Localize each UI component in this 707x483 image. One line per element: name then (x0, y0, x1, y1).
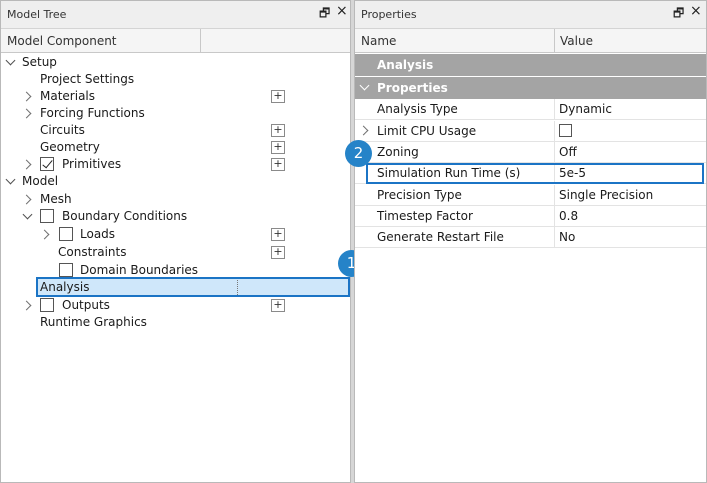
model-tree-panel: Model Tree 🗗 × Model Component Setup Pro… (0, 0, 351, 483)
outputs-checkbox[interactable] (40, 298, 54, 312)
chevron-right-icon[interactable] (358, 125, 369, 136)
tree-item-analysis-selected[interactable]: Analysis (36, 277, 350, 297)
chevron-right-icon[interactable] (21, 300, 32, 311)
precision-type-value[interactable]: Single Precision (559, 188, 653, 202)
property-row-zoning[interactable]: Zoning Off (355, 142, 706, 163)
chevron-right-icon[interactable] (21, 91, 32, 102)
tree-item-runtime-graphics[interactable]: Runtime Graphics (1, 314, 350, 331)
add-geometry-button[interactable]: + (271, 141, 285, 154)
property-row-generate-restart-file[interactable]: Generate Restart File No (355, 227, 706, 248)
zoning-value[interactable]: Off (559, 145, 577, 159)
simulation-run-time-highlight (366, 163, 704, 184)
model-component-column[interactable]: Model Component (7, 34, 117, 48)
callout-badge-2: 2 (345, 140, 372, 167)
chevron-right-icon[interactable] (39, 229, 50, 240)
tree-item-primitives[interactable]: Primitives + (1, 156, 350, 173)
property-row-analysis-type[interactable]: Analysis Type Dynamic (355, 99, 706, 120)
add-primitives-button[interactable]: + (271, 158, 285, 171)
tree-item-analysis-label: Analysis (40, 280, 90, 294)
tree-item-loads[interactable]: Loads + (1, 226, 350, 243)
close-icon[interactable]: × (690, 4, 702, 18)
close-icon[interactable]: × (336, 4, 348, 18)
timestep-factor-value[interactable]: 0.8 (559, 209, 578, 223)
tree-item-constraints[interactable]: Constraints + (1, 244, 350, 261)
model-tree-title: Model Tree (7, 8, 67, 21)
properties-header: Name Value (355, 29, 706, 53)
chevron-down-icon[interactable] (22, 209, 33, 220)
chevron-down-icon[interactable] (5, 55, 16, 66)
properties-panel: Properties 🗗 × Name Value Analysis Prope… (354, 0, 707, 483)
model-tree-titlebar: Model Tree 🗗 × (1, 1, 350, 29)
value-column[interactable]: Value (560, 34, 593, 48)
model-tree-header: Model Component (1, 29, 350, 53)
group-properties[interactable]: Properties (355, 77, 706, 99)
boundary-conditions-checkbox[interactable] (40, 209, 54, 223)
add-circuits-button[interactable]: + (271, 124, 285, 137)
tree-item-outputs[interactable]: Outputs + (1, 297, 350, 314)
generate-restart-file-value[interactable]: No (559, 230, 575, 244)
tree-item-setup[interactable]: Setup (1, 54, 350, 71)
domain-boundaries-checkbox[interactable] (59, 263, 73, 277)
tree-item-boundary-conditions[interactable]: Boundary Conditions (1, 208, 350, 225)
property-row-precision-type[interactable]: Precision Type Single Precision (355, 185, 706, 206)
properties-title: Properties (361, 8, 417, 21)
tree-item-model[interactable]: Model (1, 173, 350, 190)
chevron-down-icon[interactable] (5, 174, 16, 185)
chevron-down-icon[interactable] (359, 80, 370, 91)
primitives-checkbox[interactable] (40, 157, 54, 171)
restore-icon[interactable]: 🗗 (673, 7, 684, 19)
add-outputs-button[interactable]: + (271, 299, 285, 312)
chevron-right-icon[interactable] (21, 108, 32, 119)
tree-item-mesh[interactable]: Mesh (1, 191, 350, 208)
chevron-right-icon[interactable] (21, 194, 32, 205)
add-constraints-button[interactable]: + (271, 246, 285, 259)
group-analysis: Analysis (355, 54, 706, 76)
tree-item-forcing-functions[interactable]: Forcing Functions (1, 105, 350, 122)
property-row-timestep-factor[interactable]: Timestep Factor 0.8 (355, 206, 706, 227)
limit-cpu-usage-checkbox[interactable] (559, 124, 572, 137)
tree-item-geometry[interactable]: Geometry + (1, 139, 350, 156)
tree-item-circuits[interactable]: Circuits + (1, 122, 350, 139)
analysis-type-value[interactable]: Dynamic (559, 102, 612, 116)
add-loads-button[interactable]: + (271, 228, 285, 241)
name-column[interactable]: Name (361, 34, 396, 48)
tree-item-project-settings[interactable]: Project Settings (1, 71, 350, 88)
property-row-limit-cpu-usage[interactable]: Limit CPU Usage (355, 121, 706, 142)
tree-item-materials[interactable]: Materials + (1, 88, 350, 105)
loads-checkbox[interactable] (59, 227, 73, 241)
add-materials-button[interactable]: + (271, 90, 285, 103)
chevron-right-icon[interactable] (21, 159, 32, 170)
restore-icon[interactable]: 🗗 (319, 7, 330, 19)
properties-titlebar: Properties 🗗 × (355, 1, 706, 29)
